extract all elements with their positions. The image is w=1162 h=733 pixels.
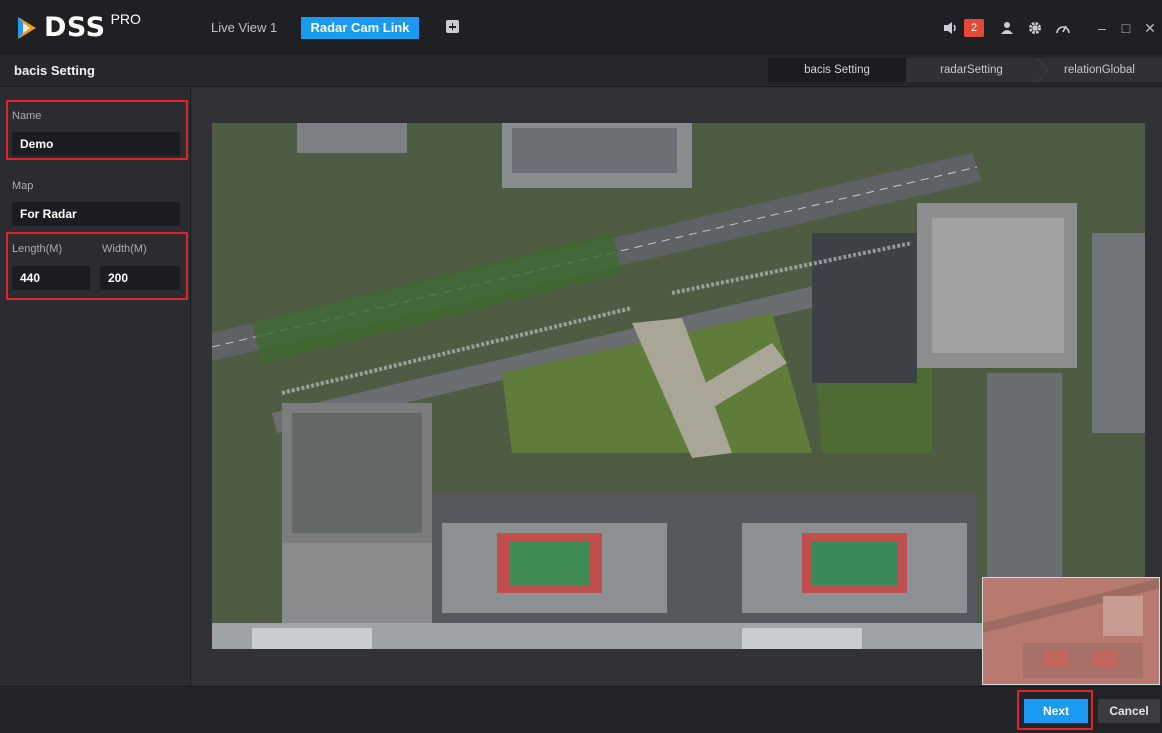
header-bar: bacis Setting bacis Setting radarSetting… [0, 55, 1162, 87]
logo-text: DSS [44, 12, 106, 43]
step-radar-setting[interactable]: radarSetting [906, 58, 1048, 82]
page-title: bacis Setting [14, 63, 95, 78]
next-button[interactable]: Next [1024, 699, 1088, 723]
width-label: Width(M) [102, 243, 147, 255]
top-bar: DSS PRO Live View 1 Radar Cam Link 2 – □… [0, 0, 1162, 55]
maximize-button[interactable]: □ [1114, 20, 1138, 36]
length-label: Length(M) [12, 243, 63, 255]
step-bacis-setting[interactable]: bacis Setting [768, 58, 916, 82]
alarm-count-badge[interactable]: 2 [964, 19, 984, 37]
minimize-button[interactable]: – [1090, 20, 1114, 36]
step-relation-global[interactable]: relationGlobal [1037, 58, 1162, 82]
close-button[interactable]: ✕ [1138, 20, 1162, 37]
minimap[interactable] [982, 577, 1160, 685]
logo-icon [16, 15, 38, 41]
tab-radar-cam-link[interactable]: Radar Cam Link [301, 17, 419, 39]
gauge-icon[interactable] [1054, 19, 1072, 37]
user-icon[interactable] [998, 19, 1016, 37]
tab-live-view[interactable]: Live View 1 [202, 17, 286, 39]
map-label: Map [12, 180, 34, 192]
settings-panel: Name Map Length(M) Width(M) [0, 88, 191, 686]
name-label: Name [12, 110, 42, 122]
cancel-button[interactable]: Cancel [1098, 699, 1160, 723]
width-input[interactable] [100, 266, 180, 290]
add-tab-icon[interactable] [446, 20, 459, 33]
footer-bar: Next Cancel [0, 686, 1162, 733]
length-input[interactable] [12, 266, 90, 290]
map-input[interactable] [12, 202, 180, 226]
name-input[interactable] [12, 132, 180, 156]
logo-superscript: PRO [110, 10, 141, 27]
aerial-map-image[interactable] [212, 123, 1145, 649]
map-area [192, 88, 1162, 686]
speaker-icon[interactable] [942, 19, 960, 37]
app-logo: DSS PRO [16, 10, 141, 43]
topbar-tools: 2 – □ ✕ [932, 17, 1162, 39]
gear-icon[interactable] [1026, 19, 1044, 37]
